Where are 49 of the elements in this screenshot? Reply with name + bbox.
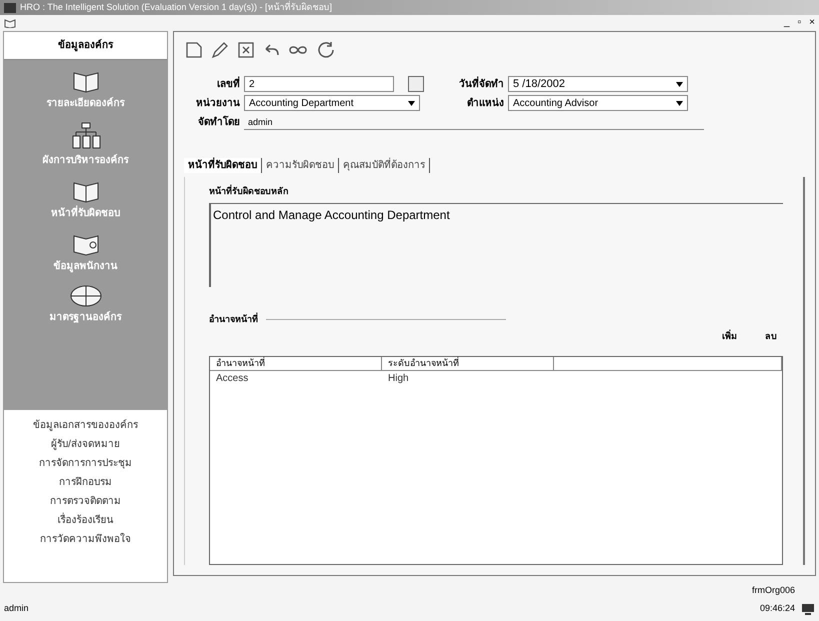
sidebar-link[interactable]: เรื่องร้องเรียน [58, 513, 114, 528]
window-control[interactable]: _ [784, 18, 790, 28]
status-form: frmOrg006 [752, 584, 795, 597]
field-label: วันที่จัดทำ [458, 76, 504, 92]
date-dropdown[interactable]: 5 /18/2002 [508, 76, 688, 92]
table-button[interactable]: เพิ่ม [722, 330, 737, 344]
table-button[interactable]: ลบ [765, 330, 777, 344]
sidebar-link[interactable]: ผู้รับ/ส่งจดหมาย [51, 437, 120, 452]
status-user: admin [4, 602, 29, 614]
field-label: หน่วยงาน [195, 96, 240, 110]
globe-icon [68, 284, 102, 308]
department-dropdown[interactable]: Accounting Department [244, 95, 420, 111]
table-cell-text: Access [215, 372, 250, 386]
column-header[interactable]: ระดับอำนาจหน้าที่ [382, 356, 554, 370]
group-label: อำนาจหน้าที่ [209, 312, 258, 326]
column-header[interactable]: อำนาจหน้าที่ [210, 356, 382, 370]
caret-icon [676, 100, 683, 106]
menu-icon[interactable] [4, 18, 16, 28]
author-field[interactable]: admin [244, 114, 704, 130]
caret-icon [408, 100, 415, 106]
hierarchy-icon [70, 121, 100, 151]
lookup-button[interactable] [408, 76, 424, 92]
sidebar-link[interactable]: ข้อมูลเอกสารขององค์กร [33, 418, 138, 433]
tab[interactable]: ความรับผิดชอบ [262, 158, 339, 173]
page-icon[interactable] [184, 40, 204, 60]
caret-icon [676, 82, 683, 86]
app-icon [4, 2, 16, 12]
delete-icon[interactable] [236, 40, 256, 60]
window-control[interactable]: × [809, 18, 815, 28]
sidebar-link[interactable]: การฝึกอบรม [59, 475, 112, 490]
number-field[interactable]: 2 [244, 76, 394, 92]
status-time: 09:46:24 [760, 602, 795, 614]
table-cell-text: High [387, 372, 410, 386]
field-label: เลขที่ [216, 76, 240, 92]
refresh-icon[interactable] [316, 40, 336, 60]
sidebar-link[interactable]: การจัดการการประชุม [39, 456, 132, 471]
position-dropdown[interactable]: Accounting Advisor [508, 95, 688, 111]
sidebar-link[interactable]: การตรวจติดตาม [50, 494, 121, 509]
window-control[interactable]: ▫ [798, 18, 802, 28]
tab[interactable]: หน้าที่รับผิดชอบ [184, 158, 262, 173]
duty-text-area[interactable]: Control and Manage Accounting Department [209, 202, 783, 286]
sidebar-link[interactable]: การวัดความพึงพอใจ [40, 532, 131, 547]
window-title: HRO : The Intelligent Solution (Evaluation Version 1 day(s)) - [หน้าที่รับผิดชอบ] [20, 0, 332, 14]
pencil-icon[interactable] [210, 40, 230, 60]
tab[interactable]: คุณสมบัติที่ต้องการ [339, 158, 430, 173]
monitor-icon [801, 603, 815, 615]
field-label: จัดทำโดย [197, 114, 240, 130]
group-label: หน้าที่รับผิดชอบหลัก [209, 185, 289, 198]
field-label: ตำแหน่ง [466, 96, 504, 110]
